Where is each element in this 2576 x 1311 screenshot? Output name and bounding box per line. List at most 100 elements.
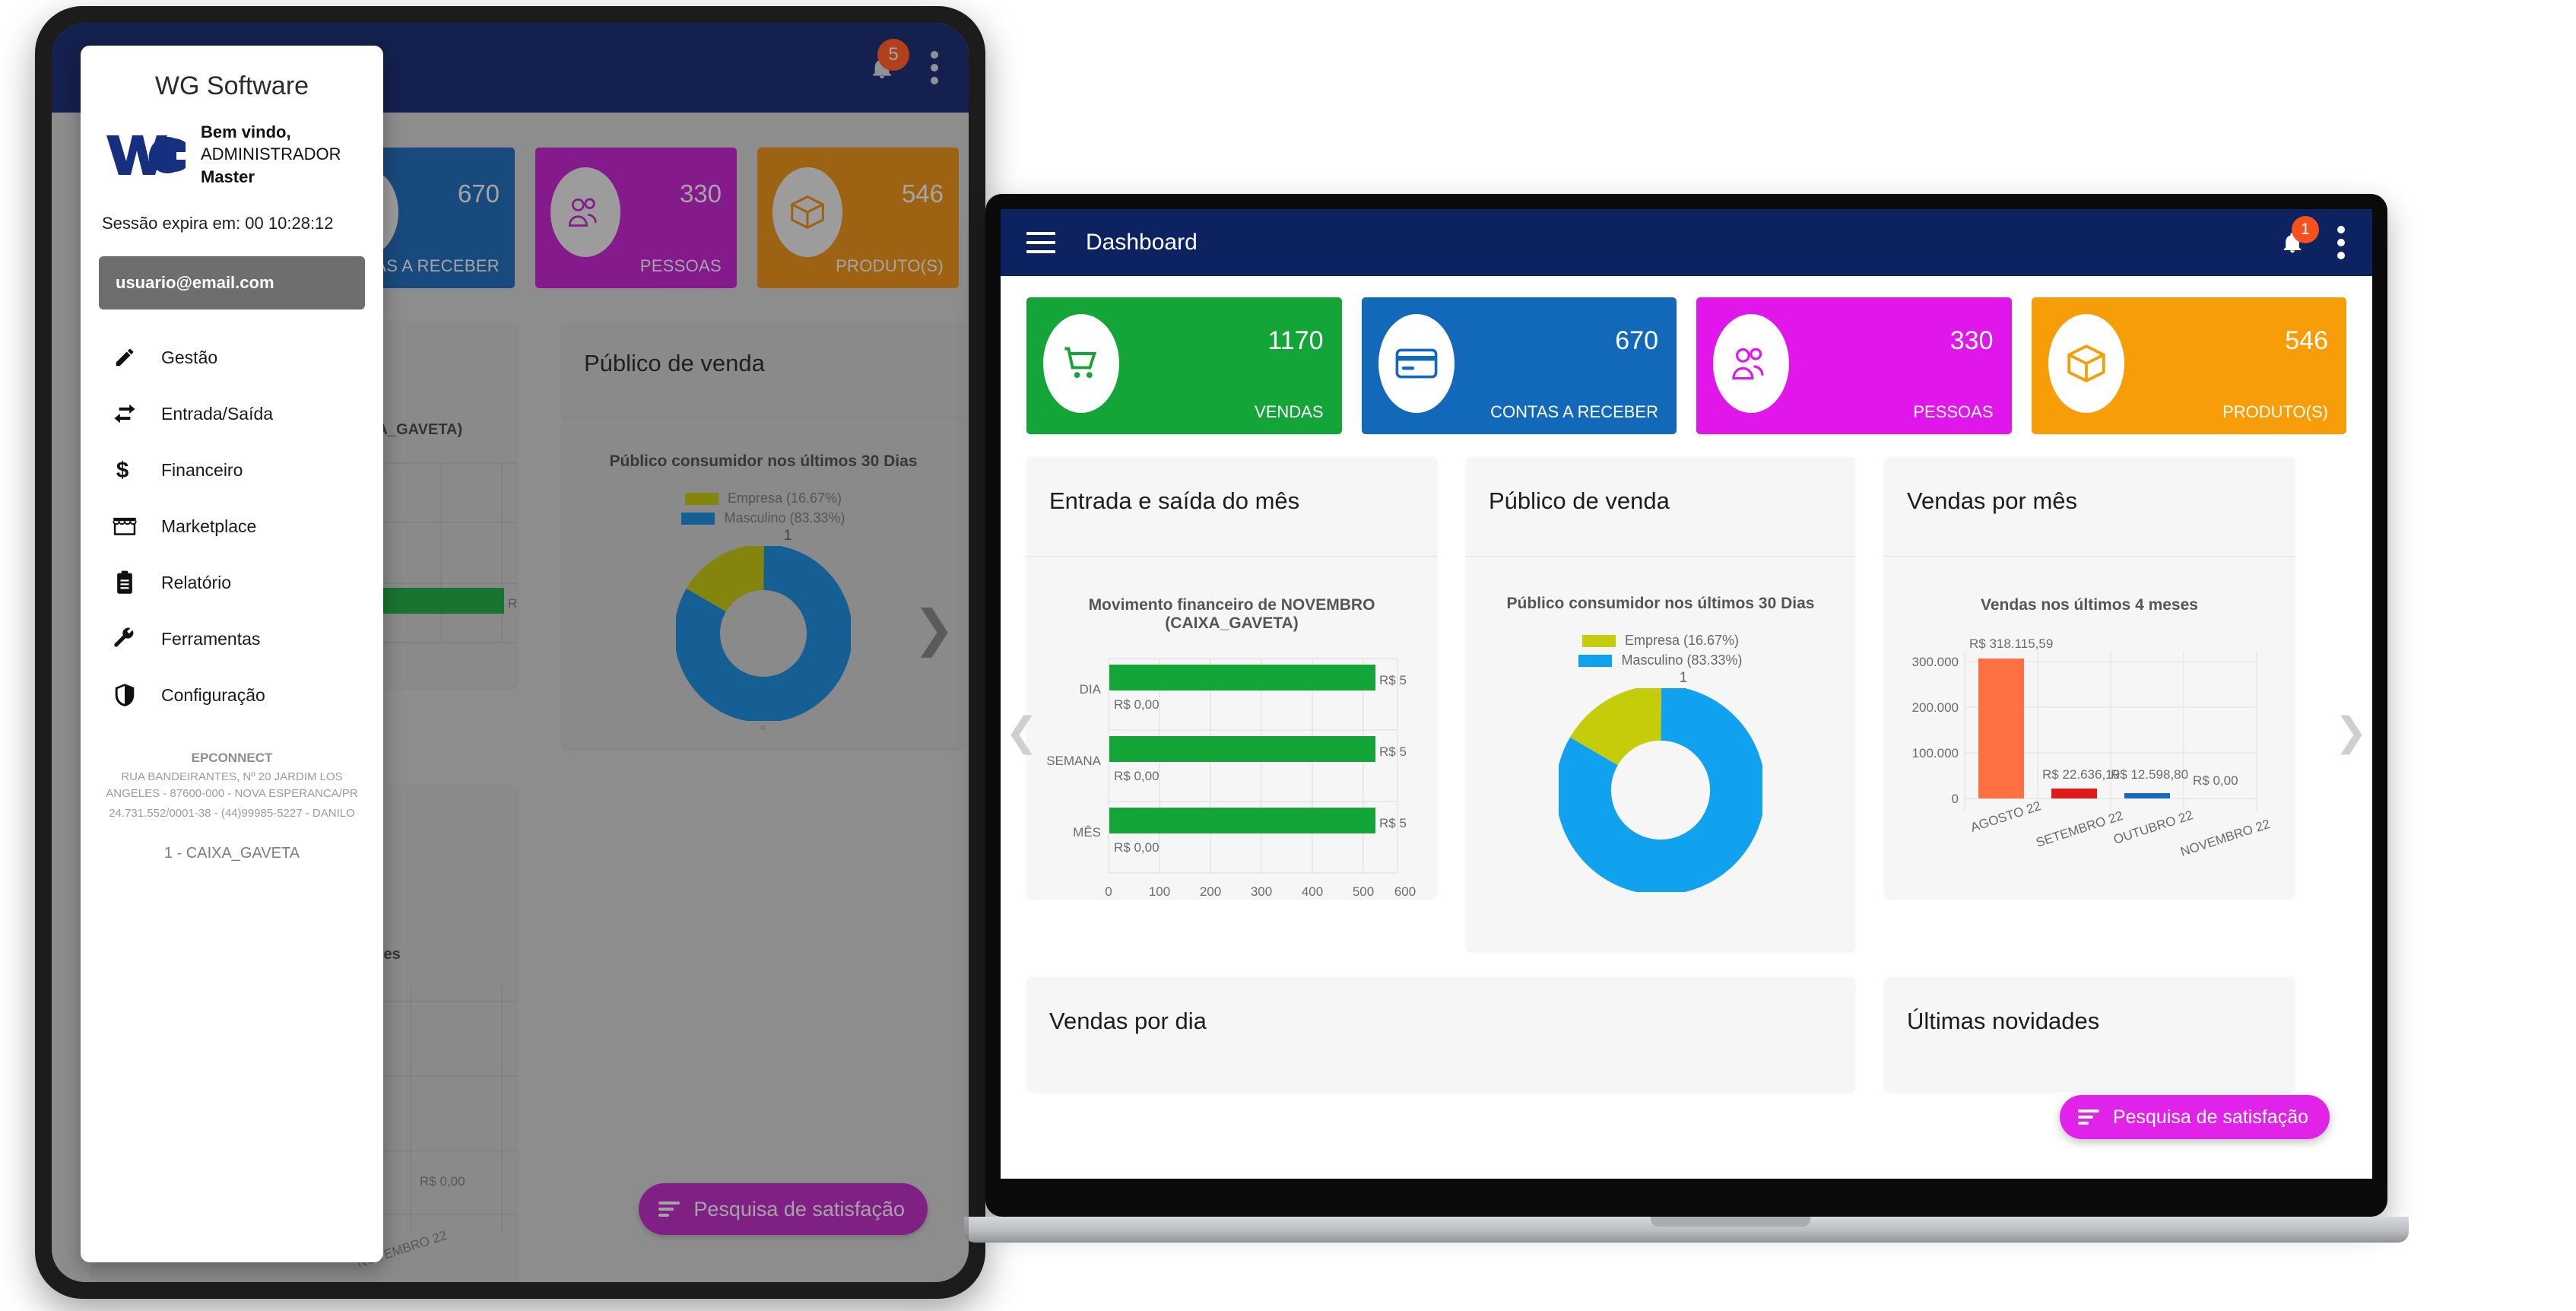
sidebar-item-relatorio[interactable]: Relatório	[81, 554, 383, 611]
stat-label: PRODUTO(S)	[2222, 402, 2328, 422]
donut-chart-publico	[1559, 688, 1762, 892]
panel-vendas-por-mes[interactable]: Vendas por mês Vendas nos últimos 4 mese…	[1884, 457, 2295, 898]
svg-text:200: 200	[1200, 884, 1221, 899]
tablet-device: 5 1170 VENDAS	[35, 6, 985, 1299]
svg-text:R$ 5: R$ 5	[1379, 816, 1407, 830]
laptop-app-bar: Dashboard 1	[1001, 209, 2372, 276]
drawer-user-block: G Bem vindo, ADMINISTRADOR Master	[81, 121, 383, 188]
stat-label: PESSOAS	[1913, 402, 1993, 422]
laptop-device: Dashboard 1	[985, 194, 2476, 1289]
drawer-welcome-text: Bem vindo, ADMINISTRADOR Master	[201, 121, 341, 188]
laptop-bottom-row: Vendas por dia Últimas novidades	[1026, 977, 2346, 1091]
panel-title-entrada: Entrada e saída do mês	[1026, 457, 1437, 515]
drawer-footer-company: EPCONNECT	[99, 751, 365, 766]
legend-swatch	[1582, 635, 1616, 647]
cat-semana: SEMANA	[1046, 754, 1101, 768]
svg-text:R$ 0,00: R$ 0,00	[1114, 840, 1160, 855]
drawer-footer-contact: 24.731.552/0001-38 - (44)99985-5227 - DA…	[99, 805, 365, 822]
sidebar-item-ferramentas[interactable]: Ferramentas	[81, 611, 383, 667]
svg-text:100: 100	[1149, 884, 1170, 899]
card-icon	[1378, 314, 1455, 413]
cat-dia: DIA	[1080, 682, 1102, 697]
panel-body-publico: Público consumidor nos últimos 30 Dias E…	[1466, 557, 1855, 892]
drawer-welcome-line2: ADMINISTRADOR	[201, 143, 341, 165]
panel-title-novidades: Últimas novidades	[1884, 977, 2295, 1035]
panel-entrada-saida[interactable]: Entrada e saída do mês Movimento finance…	[1026, 457, 1437, 898]
chart-title-vendas-4-meses: Vendas nos últimos 4 meses	[1899, 596, 2279, 614]
legend-swatch	[1578, 655, 1612, 667]
svg-text:R$ 22.636,10: R$ 22.636,10	[2042, 767, 2120, 782]
stat-label: VENDAS	[1255, 402, 1323, 422]
dollar-icon: $	[111, 456, 138, 484]
stat-label: CONTAS A RECEBER	[1490, 402, 1658, 422]
sidebar-item-label: Gestão	[161, 348, 217, 368]
drawer-footer: EPCONNECT RUA BANDEIRANTES, Nº 20 JARDIM…	[81, 751, 383, 862]
svg-text:NOVEMBRO 22: NOVEMBRO 22	[2178, 817, 2272, 859]
legend-label: Masculino (83.33%)	[1621, 652, 1742, 668]
kebab-menu-icon[interactable]	[2337, 226, 2345, 259]
sidebar-item-entrada-saida[interactable]: Entrada/Saída	[81, 386, 383, 442]
legend-item: Masculino (83.33%)	[1578, 652, 1742, 668]
laptop-body: Dashboard 1	[985, 194, 2387, 1217]
hamburger-icon[interactable]	[1026, 232, 1055, 253]
svg-text:R$ 5: R$ 5	[1379, 744, 1407, 759]
wg-logo-icon: G	[102, 128, 186, 181]
sidebar-item-marketplace[interactable]: Marketplace	[81, 498, 383, 554]
drawer-app-title: WG Software	[81, 46, 383, 121]
svg-text:R$ 0,00: R$ 0,00	[2193, 773, 2238, 788]
laptop-dashboard-body: 1170 VENDAS 670 CONTAS A RECEBER	[1001, 276, 2372, 1179]
drawer-session-expiry: Sessão expira em: 00 10:28:12	[81, 188, 383, 233]
drawer-welcome-line1: Bem vindo,	[201, 121, 341, 143]
laptop-fab-label: Pesquisa de satisfação	[2113, 1106, 2308, 1128]
stat-card-pessoas[interactable]: 330 PESSOAS	[1696, 297, 2012, 434]
drawer-footer-address: RUA BANDEIRANTES, Nº 20 JARDIM LOS ANGEL…	[99, 769, 365, 802]
cart-icon	[1043, 314, 1119, 413]
panel-publico-de-venda[interactable]: Público de venda Público consumidor nos …	[1466, 457, 1855, 951]
svg-text:R$ 12.598,80: R$ 12.598,80	[2111, 767, 2188, 782]
panel-title-vendas-mes: Vendas por mês	[1884, 457, 2295, 515]
sidebar-item-configuracao[interactable]: Configuração	[81, 667, 383, 723]
sidebar-item-label: Financeiro	[161, 460, 243, 481]
stat-card-produtos[interactable]: 546 PRODUTO(S)	[2032, 297, 2347, 434]
page-title: Dashboard	[1086, 230, 2273, 256]
svg-text:$: $	[116, 458, 128, 482]
sidebar-item-gestao[interactable]: Gestão	[81, 329, 383, 386]
chart-vendas-ultimos-4-meses: 300.000 200.000 100.000 0 R$ 318.	[1899, 628, 2279, 902]
svg-text:G: G	[148, 141, 171, 174]
chart-movimento-financeiro: R$ 5 R$ 0,00 DIA R$ 5 R$ 0,00 SEMANA	[1042, 645, 1422, 919]
panel-title-publico: Público de venda	[1466, 457, 1855, 515]
sidebar-item-label: Marketplace	[161, 516, 256, 537]
satisfaction-survey-button[interactable]: Pesquisa de satisfação	[2060, 1095, 2330, 1139]
laptop-base-notch	[1651, 1217, 1810, 1227]
laptop-stat-cards: 1170 VENDAS 670 CONTAS A RECEBER	[1026, 297, 2346, 434]
stat-card-vendas[interactable]: 1170 VENDAS	[1026, 297, 1342, 434]
svg-text:OUTUBRO 22: OUTUBRO 22	[2111, 808, 2194, 847]
pencil-icon	[111, 344, 138, 371]
panel-body-entrada: Movimento financeiro de NOVEMBRO (CAIXA_…	[1026, 557, 1437, 919]
sidebar-item-financeiro[interactable]: $ Financeiro	[81, 442, 383, 498]
donut-annotation: 1	[1527, 670, 1840, 687]
svg-text:R$ 5: R$ 5	[1379, 673, 1407, 687]
svg-text:SETEMBRO 22: SETEMBRO 22	[2034, 808, 2124, 850]
panel-vendas-por-dia[interactable]: Vendas por dia	[1026, 977, 1855, 1091]
panel-ultimas-novidades[interactable]: Últimas novidades	[1884, 977, 2295, 1091]
svg-text:100.000: 100.000	[1912, 746, 1959, 760]
svg-text:300.000: 300.000	[1912, 655, 1959, 669]
laptop-notifications-button[interactable]: 1	[2273, 224, 2311, 262]
svg-text:AGOSTO 22: AGOSTO 22	[1968, 798, 2042, 835]
carousel-prev-icon[interactable]: ❮	[1005, 709, 1039, 755]
drawer-user-email[interactable]: usuario@email.com	[99, 256, 365, 309]
wrench-icon	[111, 625, 138, 652]
svg-text:200.000: 200.000	[1912, 700, 1959, 715]
svg-text:R$ 0,00: R$ 0,00	[1114, 697, 1160, 712]
svg-text:500: 500	[1353, 884, 1374, 899]
stat-card-contas-a-receber[interactable]: 670 CONTAS A RECEBER	[1362, 297, 1677, 434]
storefront-icon	[111, 513, 138, 540]
screenshot-stage: 5 1170 VENDAS	[0, 0, 2576, 1311]
swap-arrows-icon	[111, 400, 138, 427]
carousel-next-icon[interactable]: ❯	[2334, 709, 2368, 755]
panel-body-vendas-mes: Vendas nos últimos 4 meses	[1884, 557, 2295, 902]
chart-title-publico: Público consumidor nos últimos 30 Dias	[1481, 595, 1840, 613]
drawer-menu: Gestão Entrada/Saída $ Financeiro	[81, 329, 383, 723]
clipboard-icon	[111, 569, 138, 596]
